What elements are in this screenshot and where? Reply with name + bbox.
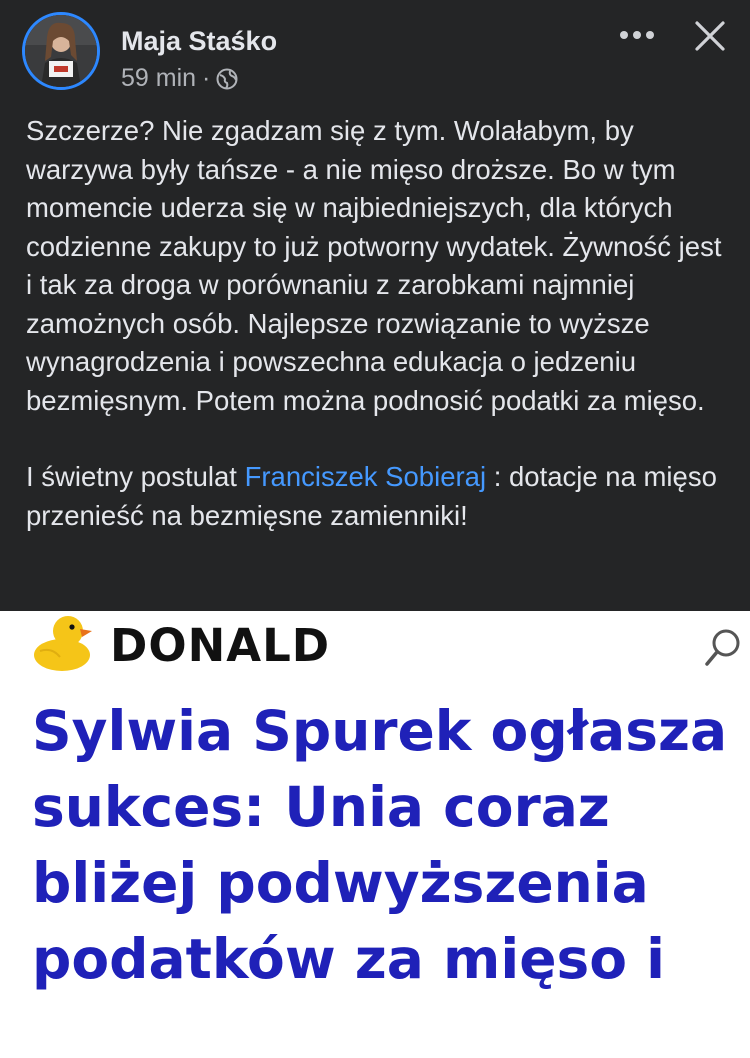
avatar[interactable] (22, 12, 100, 90)
post-text: Szczerze? Nie zgadzam się z tym. Wolałab… (26, 112, 726, 535)
post-meta: 59 min · (121, 64, 238, 93)
article-headline: Sylwia Spurek ogłasza sukces: Unia coraz… (32, 699, 728, 991)
duck-logo-icon (30, 611, 96, 673)
site-header: DONALD (0, 611, 750, 689)
shared-screenshot[interactable]: DONALD Sylwia Spurek ogłasza sukces: Uni… (0, 611, 750, 1058)
post-time[interactable]: 59 min (121, 64, 196, 93)
post-text-segment: I świetny postulat (26, 461, 245, 492)
more-options-icon[interactable] (617, 28, 657, 42)
site-logo-text: DONALD (110, 619, 331, 672)
post-paragraph: Szczerze? Nie zgadzam się z tym. Wolałab… (26, 115, 722, 416)
author-name[interactable]: Maja Staśko (121, 26, 277, 57)
separator-dot: · (202, 64, 211, 92)
post-paragraph: I świetny postulat Franciszek Sobieraj :… (26, 458, 726, 535)
globe-icon (216, 68, 238, 90)
avatar-photo (25, 15, 97, 87)
close-icon[interactable] (690, 16, 730, 56)
post-header: Maja Staśko 59 min · (0, 0, 750, 100)
mention-link[interactable]: Franciszek Sobieraj (245, 461, 486, 492)
search-icon[interactable] (703, 625, 743, 669)
